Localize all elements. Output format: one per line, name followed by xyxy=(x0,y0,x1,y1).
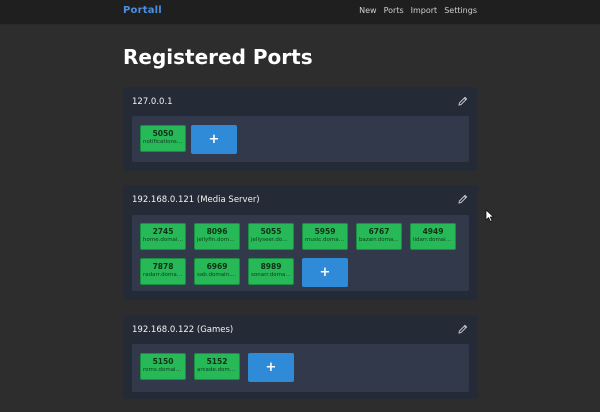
port-domain: notifications.d... xyxy=(143,139,185,145)
page-title: Registered Ports xyxy=(123,45,313,69)
pencil-icon[interactable] xyxy=(458,96,468,106)
nav-link-new[interactable]: New xyxy=(359,6,376,15)
port-domain: roms.domain.... xyxy=(143,367,185,373)
brand-logo[interactable]: Portall xyxy=(123,5,162,16)
ip-group-title: 127.0.0.1 xyxy=(132,97,173,107)
port-number: 5959 xyxy=(314,227,336,236)
port-domain: radarr.domain.... xyxy=(143,272,185,278)
navbar: Portall New Ports Import Settings xyxy=(0,0,600,25)
port-number: 4949 xyxy=(422,227,444,236)
port-number: 5050 xyxy=(152,129,174,138)
ip-group-card: 127.0.0.1 5050 notifications.d... + xyxy=(123,87,478,171)
port-domain: jellyfin.domai... xyxy=(197,237,239,243)
port-number: 5055 xyxy=(260,227,282,236)
port-domain: lidarr.domain.... xyxy=(413,237,455,243)
port-chip[interactable]: 5055 jellyseer.doma... xyxy=(248,223,294,250)
port-list-container: 5050 notifications.d... + xyxy=(132,116,469,162)
port-number: 6969 xyxy=(206,262,228,271)
port-number: 5152 xyxy=(206,357,228,366)
port-domain: jellyseer.doma... xyxy=(251,237,293,243)
port-number: 8096 xyxy=(206,227,228,236)
port-number: 5150 xyxy=(152,357,174,366)
port-chip[interactable]: 8096 jellyfin.domai... xyxy=(194,223,240,250)
port-number: 6767 xyxy=(368,227,390,236)
port-chip[interactable]: 6767 bazarr.domain.... xyxy=(356,223,402,250)
port-list: 5150 roms.domain.... 5152 arcade.domai..… xyxy=(140,353,470,382)
port-domain: home.domain.... xyxy=(143,237,185,243)
ip-group-card: 192.168.0.122 (Games) 5150 roms.domain..… xyxy=(123,315,478,399)
port-list-container: 5150 roms.domain.... 5152 arcade.domai..… xyxy=(132,344,469,392)
port-domain: arcade.domai... xyxy=(197,367,239,373)
nav-link-settings[interactable]: Settings xyxy=(444,6,477,15)
port-domain: sab.domain.tld xyxy=(197,272,238,278)
nav-links: New Ports Import Settings xyxy=(359,6,477,15)
ip-group-title: 192.168.0.122 (Games) xyxy=(132,325,234,335)
ip-group-card: 192.168.0.121 (Media Server) 2745 home.d… xyxy=(123,185,478,300)
port-chip[interactable]: 2745 home.domain.... xyxy=(140,223,186,250)
port-chip[interactable]: 6969 sab.domain.tld xyxy=(194,258,240,285)
port-chip[interactable]: 7878 radarr.domain.... xyxy=(140,258,186,285)
pencil-icon[interactable] xyxy=(458,194,468,204)
add-port-button[interactable]: + xyxy=(191,125,237,154)
add-port-button[interactable]: + xyxy=(248,353,294,382)
port-number: 8989 xyxy=(260,262,282,271)
port-domain: bazarr.domain.... xyxy=(359,237,401,243)
nav-link-import[interactable]: Import xyxy=(411,6,438,15)
port-list: 5050 notifications.d... + xyxy=(140,125,470,154)
mouse-cursor-icon xyxy=(485,209,494,222)
port-domain: music.domain.... xyxy=(305,237,347,243)
pencil-icon[interactable] xyxy=(458,324,468,334)
port-chip[interactable]: 5959 music.domain.... xyxy=(302,223,348,250)
add-port-button[interactable]: + xyxy=(302,258,348,287)
port-chip[interactable]: 5050 notifications.d... xyxy=(140,125,186,152)
port-number: 7878 xyxy=(152,262,174,271)
port-chip[interactable]: 5152 arcade.domai... xyxy=(194,353,240,380)
port-number: 2745 xyxy=(152,227,174,236)
port-chip[interactable]: 4949 lidarr.domain.... xyxy=(410,223,456,250)
port-chip[interactable]: 8989 sonarr.domai... xyxy=(248,258,294,285)
port-list: 2745 home.domain.... 8096 jellyfin.domai… xyxy=(140,223,470,287)
nav-link-ports[interactable]: Ports xyxy=(384,6,404,15)
port-domain: sonarr.domai... xyxy=(251,272,293,278)
port-list-container: 2745 home.domain.... 8096 jellyfin.domai… xyxy=(132,215,469,291)
port-chip[interactable]: 5150 roms.domain.... xyxy=(140,353,186,380)
ip-group-title: 192.168.0.121 (Media Server) xyxy=(132,195,260,205)
